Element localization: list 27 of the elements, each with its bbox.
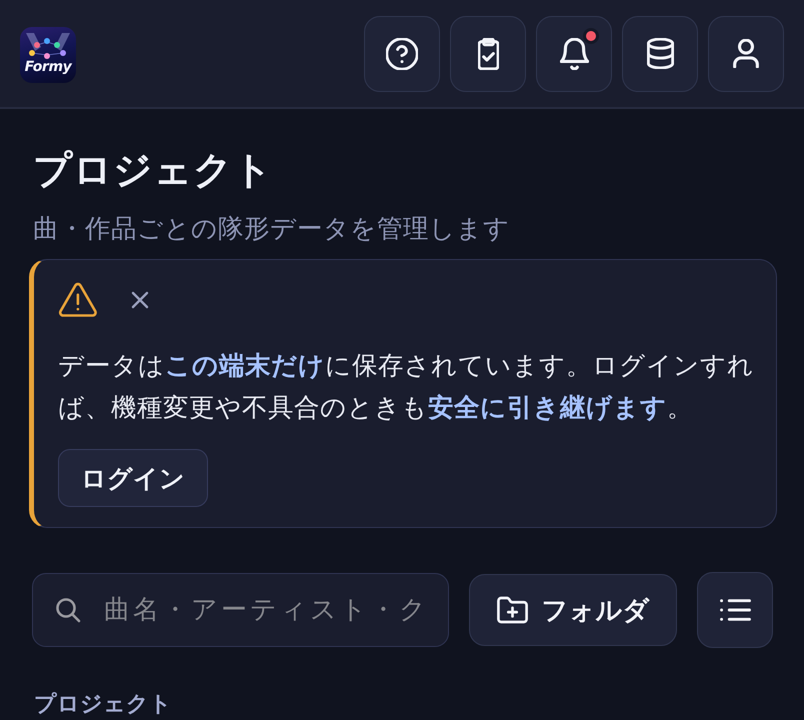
help-button[interactable]	[364, 16, 440, 92]
account-button[interactable]	[708, 16, 784, 92]
notice-message: データはこの端末だけに保存されています。ログインすれば、機種変更や不具合のときも安全に引き継げます。	[58, 350, 755, 425]
clipboard-check-icon	[478, 38, 498, 70]
warning-icon	[58, 282, 98, 317]
database-button[interactable]	[622, 16, 698, 92]
section-heading: プロジェクト	[34, 692, 173, 718]
login-button[interactable]: ログイン	[58, 449, 208, 507]
list-icon	[720, 599, 750, 621]
search-field[interactable]: 曲名・アーティスト・ク	[32, 573, 449, 647]
bell-icon	[560, 38, 588, 70]
help-icon	[386, 38, 418, 70]
folder-button[interactable]: フォルダ	[469, 574, 677, 646]
folder-plus-icon	[496, 596, 528, 624]
close-icon	[131, 290, 149, 308]
notifications-button[interactable]	[536, 16, 612, 92]
search-icon	[55, 597, 81, 623]
clipboard-button[interactable]	[450, 16, 526, 92]
database-icon	[646, 38, 674, 69]
close-button[interactable]	[131, 290, 149, 308]
page-title: プロジェクト	[33, 147, 274, 195]
page-subtitle: 曲・作品ごとの隊形データを管理します	[33, 213, 511, 245]
logo-text: Formy	[24, 60, 72, 74]
list-view-button[interactable]	[697, 572, 773, 648]
spotlight-dots-icon	[25, 32, 71, 58]
user-icon	[733, 39, 759, 68]
app-logo[interactable]: Formy	[20, 26, 76, 82]
